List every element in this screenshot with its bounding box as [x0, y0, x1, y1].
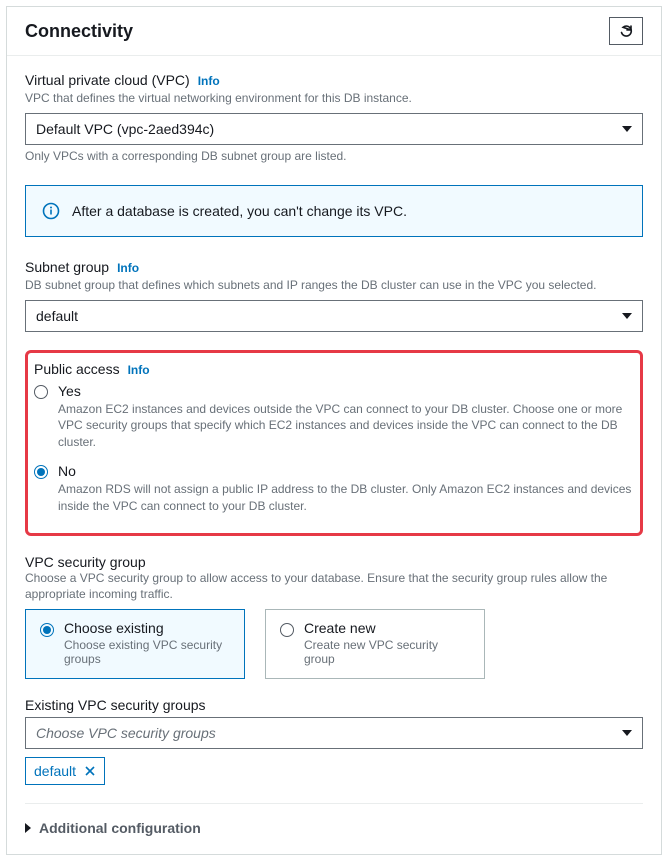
security-group-token: default [25, 757, 105, 785]
remove-token-icon[interactable] [84, 765, 96, 777]
vpc-info-link[interactable]: Info [198, 74, 220, 88]
vpc-hint: VPC that defines the virtual networking … [25, 90, 643, 107]
additional-configuration-expander[interactable]: Additional configuration [25, 803, 643, 836]
subnet-select[interactable]: default [25, 300, 643, 332]
panel-header: Connectivity [7, 7, 661, 56]
subnet-info-link[interactable]: Info [117, 261, 139, 275]
radio-icon [280, 623, 294, 637]
caret-down-icon [622, 313, 632, 319]
radio-icon [34, 465, 48, 479]
refresh-icon [618, 23, 634, 39]
vpc-section: Virtual private cloud (VPC) Info VPC tha… [25, 72, 643, 163]
radio-icon [40, 623, 54, 637]
existing-groups-select[interactable]: Choose VPC security groups [25, 717, 643, 749]
caret-down-icon [622, 126, 632, 132]
vpc-subtext: Only VPCs with a corresponding DB subnet… [25, 149, 643, 163]
vpc-select[interactable]: Default VPC (vpc-2aed394c) [25, 113, 643, 145]
public-access-radio-group: Yes Amazon EC2 instances and devices out… [34, 379, 634, 523]
card-title: Choose existing [64, 620, 230, 636]
existing-groups-placeholder: Choose VPC security groups [36, 725, 216, 741]
caret-down-icon [622, 730, 632, 736]
card-desc: Choose existing VPC security groups [64, 638, 230, 666]
existing-groups-label: Existing VPC security groups [25, 697, 643, 713]
public-access-label: Public access [34, 361, 120, 377]
vpc-select-value: Default VPC (vpc-2aed394c) [36, 121, 214, 137]
expander-label: Additional configuration [39, 820, 201, 836]
radio-icon [34, 385, 48, 399]
security-group-section: VPC security group Choose a VPC security… [25, 554, 643, 786]
security-group-cards: Choose existing Choose existing VPC secu… [25, 609, 643, 679]
security-group-label: VPC security group [25, 554, 643, 570]
subnet-section: Subnet group Info DB subnet group that d… [25, 259, 643, 332]
card-create-new[interactable]: Create new Create new VPC security group [265, 609, 485, 679]
token-label: default [34, 763, 76, 779]
public-access-highlight: Public access Info Yes Amazon EC2 instan… [25, 350, 643, 536]
subnet-hint: DB subnet group that defines which subne… [25, 277, 643, 294]
radio-label: Yes [58, 383, 634, 399]
card-desc: Create new VPC security group [304, 638, 470, 666]
vpc-alert: After a database is created, you can't c… [25, 185, 643, 237]
subnet-label: Subnet group [25, 259, 109, 275]
panel-title: Connectivity [25, 21, 133, 42]
refresh-button[interactable] [609, 17, 643, 45]
public-access-option-yes[interactable]: Yes Amazon EC2 instances and devices out… [34, 379, 634, 459]
card-choose-existing[interactable]: Choose existing Choose existing VPC secu… [25, 609, 245, 679]
radio-desc: Amazon EC2 instances and devices outside… [58, 401, 634, 451]
public-access-info-link[interactable]: Info [128, 363, 150, 377]
connectivity-panel: Connectivity Virtual private cloud (VPC)… [6, 6, 662, 855]
radio-desc: Amazon RDS will not assign a public IP a… [58, 481, 634, 515]
chevron-right-icon [25, 823, 31, 833]
security-group-hint: Choose a VPC security group to allow acc… [25, 570, 643, 604]
public-access-option-no[interactable]: No Amazon RDS will not assign a public I… [34, 459, 634, 523]
info-icon [42, 202, 60, 220]
subnet-select-value: default [36, 308, 78, 324]
alert-text: After a database is created, you can't c… [72, 203, 407, 219]
vpc-label: Virtual private cloud (VPC) [25, 72, 190, 88]
radio-label: No [58, 463, 634, 479]
card-title: Create new [304, 620, 470, 636]
